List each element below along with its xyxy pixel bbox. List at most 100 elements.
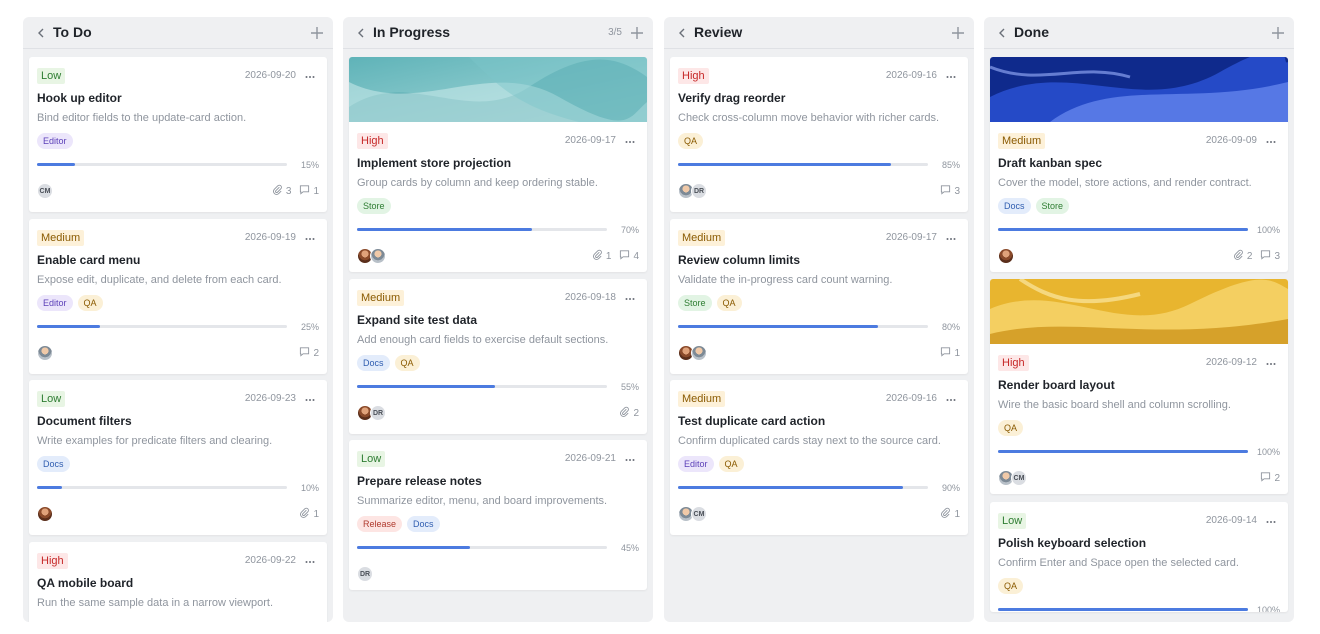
comment-count-value: 1 <box>954 347 960 359</box>
attachment-count-value: 2 <box>633 407 639 419</box>
comment-count[interactable]: 2 <box>1260 471 1280 485</box>
chevron-left-icon[interactable] <box>995 26 1009 40</box>
ellipsis-icon[interactable] <box>625 291 635 301</box>
kanban-card[interactable]: Medium 2026-09-09 Draft kanban spec Cover t… <box>990 57 1288 272</box>
ellipsis-icon[interactable] <box>305 554 315 564</box>
comment-icon <box>299 184 310 198</box>
avatar[interactable] <box>370 248 386 264</box>
plus-icon[interactable] <box>1270 25 1286 41</box>
comment-count[interactable]: 1 <box>299 184 319 198</box>
column-title: Review <box>694 24 743 40</box>
kanban-card[interactable]: High 2026-09-12 Render board layout Wire th… <box>990 279 1288 494</box>
card-description: Wire the basic board shell and column sc… <box>998 399 1231 411</box>
plus-icon[interactable] <box>950 25 966 41</box>
avatar[interactable] <box>998 248 1014 264</box>
tag-store: Store <box>678 295 712 311</box>
ellipsis-icon[interactable] <box>625 134 635 144</box>
attachment-count[interactable]: 1 <box>299 507 319 521</box>
card-meta: 1 <box>299 507 319 521</box>
card-description: Check cross-column move behavior with ri… <box>678 112 940 124</box>
ellipsis-icon[interactable] <box>946 69 956 79</box>
kanban-card[interactable]: Low 2026-09-14 Polish keyboard selection Co… <box>990 502 1288 612</box>
ellipsis-icon[interactable] <box>625 452 635 462</box>
card-description: Group cards by column and keep ordering … <box>357 177 598 189</box>
due-date: 2026-09-16 <box>885 393 937 404</box>
card-meta: 3 <box>940 184 960 198</box>
avatar[interactable]: CM <box>691 506 707 522</box>
plus-icon[interactable] <box>629 25 645 41</box>
ellipsis-icon[interactable] <box>1266 514 1276 524</box>
avatar[interactable]: CM <box>37 183 53 199</box>
avatar[interactable]: DR <box>357 566 373 582</box>
attachment-count-value: 2 <box>1246 250 1253 262</box>
progress-percent: 100% <box>1256 447 1280 457</box>
tag-list: Editor <box>37 133 73 151</box>
chevron-left-icon[interactable] <box>34 26 48 40</box>
kanban-card[interactable]: Low 2026-09-20 Hook up editor Bind editor f… <box>29 57 327 212</box>
card-body: High 2026-09-22 QA mobile board Run the sam… <box>29 542 327 622</box>
avatar[interactable] <box>37 506 53 522</box>
card-description: Confirm duplicated cards stay next to th… <box>678 435 941 447</box>
progress-fill <box>998 608 1248 611</box>
chevron-left-icon[interactable] <box>354 26 368 40</box>
ellipsis-icon[interactable] <box>305 392 315 402</box>
column-header: Review <box>664 17 974 49</box>
ellipsis-icon[interactable] <box>1266 134 1276 144</box>
progress-percent: 85% <box>941 160 960 170</box>
ellipsis-icon[interactable] <box>946 231 956 241</box>
avatar[interactable] <box>37 345 53 361</box>
ellipsis-icon[interactable] <box>305 231 315 241</box>
priority-badge: High <box>357 133 388 149</box>
kanban-card[interactable]: High 2026-09-16 Verify drag reorder Check c… <box>670 57 968 212</box>
kanban-card[interactable]: High 2026-09-17 Implement store projection… <box>349 57 647 272</box>
due-date: 2026-09-22 <box>244 555 296 566</box>
ellipsis-icon[interactable] <box>946 392 956 402</box>
progress-fill <box>998 228 1248 231</box>
kanban-card[interactable]: Medium 2026-09-16 Test duplicate card acti… <box>670 380 968 535</box>
attachment-count[interactable]: 3 <box>272 184 291 198</box>
attachment-count[interactable]: 1 <box>592 249 612 263</box>
attachment-count[interactable]: 2 <box>1233 249 1253 263</box>
attachment-count-value: 1 <box>605 250 612 262</box>
progress-bar <box>37 325 287 328</box>
ellipsis-icon[interactable] <box>1266 356 1276 366</box>
kanban-card[interactable]: Medium 2026-09-17 Review column limits Vali… <box>670 219 968 374</box>
avatar[interactable] <box>691 345 707 361</box>
column-wip-count: 3/5 <box>608 27 622 38</box>
kanban-card[interactable]: Low 2026-09-23 Document filters Write examp… <box>29 380 327 535</box>
comment-count[interactable]: 4 <box>619 249 639 263</box>
comment-count[interactable]: 3 <box>940 184 960 198</box>
column-to-do: To Do Low 2026-09-20 Hook up editor Bind edi… <box>23 17 333 622</box>
kanban-card[interactable]: High 2026-09-22 QA mobile board Run the sam… <box>29 542 327 622</box>
progress-bar <box>678 486 928 489</box>
tag-qa: QA <box>77 295 103 311</box>
kanban-card[interactable]: Low 2026-09-21 Prepare release notes Summar… <box>349 440 647 590</box>
comment-count-value: 4 <box>633 250 639 262</box>
comment-count[interactable]: 3 <box>1260 249 1280 263</box>
comment-count[interactable]: 1 <box>940 346 960 360</box>
chevron-left-icon[interactable] <box>675 26 689 40</box>
progress-bar <box>357 385 607 388</box>
progress-percent: 90% <box>941 483 960 493</box>
tag-store: Store <box>1035 198 1070 214</box>
attachment-count[interactable]: 2 <box>619 406 639 420</box>
avatar[interactable]: DR <box>370 405 386 421</box>
card-meta: 2 <box>299 346 319 360</box>
progress-bar <box>678 325 928 328</box>
card-title: Render board layout <box>998 378 1115 392</box>
plus-icon[interactable] <box>309 25 325 41</box>
tag-docs: Docs <box>37 456 70 472</box>
ellipsis-icon[interactable] <box>305 69 315 79</box>
avatar[interactable]: CM <box>1011 470 1027 486</box>
attachment-count[interactable]: 1 <box>940 507 960 521</box>
kanban-card[interactable]: Medium 2026-09-19 Enable card menu Expose e… <box>29 219 327 374</box>
progress-bar <box>998 228 1248 231</box>
assignee-avatars <box>37 506 53 522</box>
progress-percent: 100% <box>1256 225 1280 235</box>
comment-icon <box>619 249 630 263</box>
avatar[interactable]: DR <box>691 183 707 199</box>
tag-docs: Docs <box>357 355 390 371</box>
progress-fill <box>357 385 495 388</box>
kanban-card[interactable]: Medium 2026-09-18 Expand site test data Add… <box>349 279 647 434</box>
comment-count[interactable]: 2 <box>299 346 319 360</box>
